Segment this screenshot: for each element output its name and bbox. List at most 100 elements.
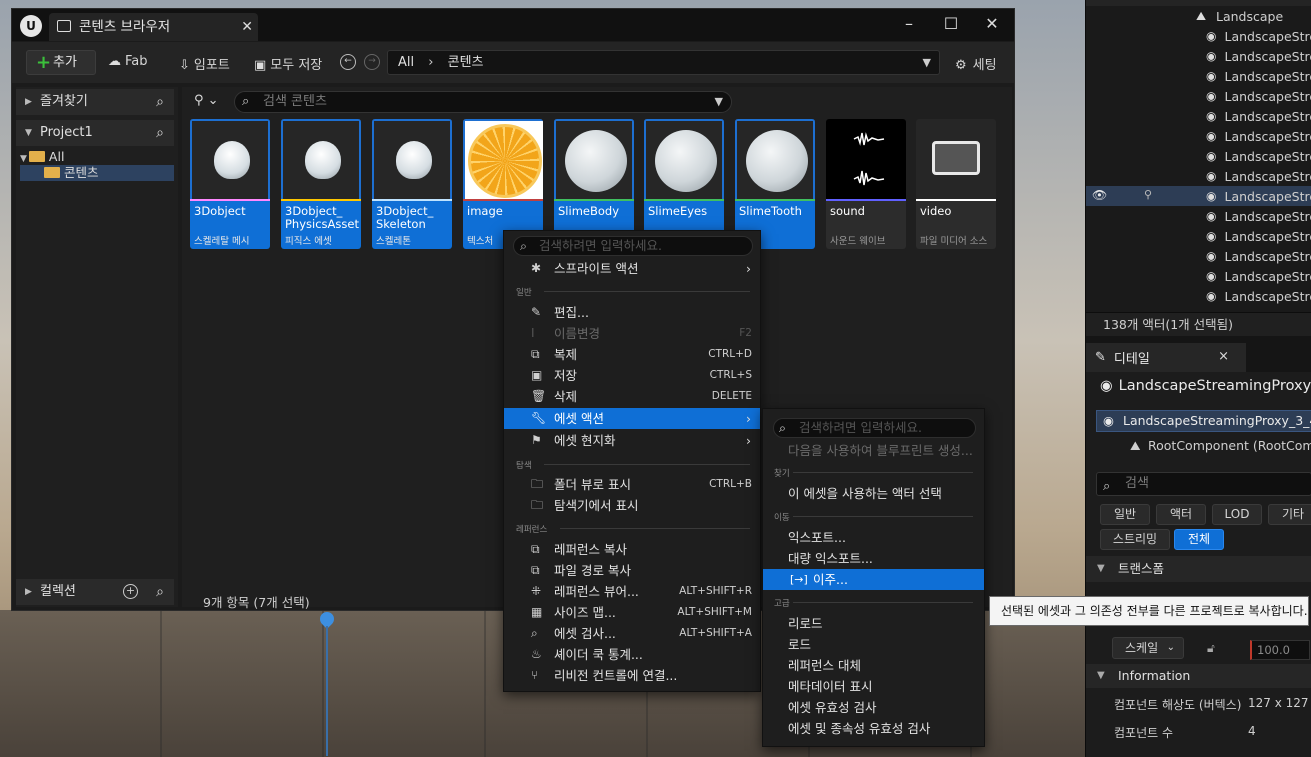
menu-item-asset-localization[interactable]: ⚑ 에셋 현지화 › xyxy=(504,430,760,451)
add-button[interactable]: + 추가 xyxy=(26,50,96,75)
submenu-item-bulk-export[interactable]: 대량 익스포트... xyxy=(763,548,984,569)
root-component[interactable]: ⛰ RootComponent (RootCompo xyxy=(1130,438,1311,453)
back-icon[interactable]: ← xyxy=(340,54,356,70)
close-icon[interactable]: × xyxy=(1218,349,1229,364)
menu-item-asset-actions[interactable]: 🔧︎ 에셋 액션 › xyxy=(504,408,760,429)
search-icon[interactable]: ⌕ xyxy=(156,89,164,115)
asset-search-input[interactable]: ⌕ 검색 콘텐츠 ▼ xyxy=(234,91,732,113)
outliner-row-proxy[interactable]: ◉ LandscapeStre xyxy=(1086,46,1311,66)
asset-tile[interactable]: sound 사운드 웨이브 xyxy=(826,119,906,249)
maximize-icon[interactable]: ☐ xyxy=(939,13,963,35)
menu-item-connect-source-control[interactable]: ⑂ 리비전 컨트롤에 연결... xyxy=(504,665,760,686)
menu-item-sprite-actions[interactable]: ✱ 스프라이트 액션 › xyxy=(504,258,760,279)
menu-item-show-in-explorer[interactable]: 🗀︎ 탐색기에서 표시 xyxy=(504,495,760,516)
menu-search-input[interactable]: ⌕ 검색하려면 입력하세요. xyxy=(513,236,753,256)
submenu-item-load[interactable]: 로드 xyxy=(763,634,984,655)
asset-tile[interactable]: 3Dobject_ Skeleton 스켈레톤 xyxy=(372,119,452,249)
pin-icon[interactable]: ⚲ xyxy=(1144,188,1152,201)
filter-streaming[interactable]: 스트리밍 xyxy=(1100,529,1170,550)
section-information[interactable]: ▼ Information xyxy=(1086,664,1311,688)
submenu-search-input[interactable]: ⌕ 검색하려면 입력하세요. xyxy=(773,418,976,438)
filter-lod[interactable]: LOD xyxy=(1212,504,1262,525)
menu-item-save[interactable]: ▣ 저장 CTRL+S xyxy=(504,365,760,386)
outliner-row-landscape[interactable]: ⛰ Landscape xyxy=(1086,6,1311,26)
filter-icon[interactable]: ⚲ ⌄ xyxy=(194,93,219,108)
visibility-eye-icon[interactable]: 👁︎ xyxy=(1092,188,1107,202)
search-icon[interactable]: ⌕ xyxy=(156,579,164,605)
menu-item-copy-reference[interactable]: ⧉ 레퍼런스 복사 xyxy=(504,539,760,560)
breadcrumb-all[interactable]: All xyxy=(398,55,414,70)
breadcrumb-content[interactable]: 콘텐츠 xyxy=(448,55,484,70)
section-transform[interactable]: ▼ 트랜스폼 xyxy=(1086,556,1311,582)
menu-item-delete[interactable]: 🗑︎ 삭제 DELETE xyxy=(504,386,760,407)
waveform-icon xyxy=(826,119,906,199)
menu-item-shader-cook-stats[interactable]: ♨ 셰이더 쿡 통계... xyxy=(504,644,760,665)
favorites-header[interactable]: ▶ 즐겨찾기 ⌕ xyxy=(16,89,174,115)
settings-button[interactable]: ⚙ 세팅 xyxy=(955,54,997,73)
menu-item-size-map[interactable]: ▦ 사이즈 맵... ALT+SHIFT+M xyxy=(504,602,760,623)
outliner-row-proxy[interactable]: 👁︎ ⚲ ◉ LandscapeStre xyxy=(1086,186,1311,206)
submenu-item-validate-dependencies[interactable]: 에셋 및 종속성 유효성 검사 xyxy=(763,718,984,739)
outliner-row-proxy[interactable]: ◉ LandscapeStre xyxy=(1086,86,1311,106)
path-breadcrumb[interactable]: All › 콘텐츠 ▼ xyxy=(387,50,940,75)
menu-item-edit[interactable]: ✎ 편집... xyxy=(504,302,760,323)
add-collection-icon[interactable]: + xyxy=(123,584,138,599)
menu-item-duplicate[interactable]: ⧉ 복제 CTRL+D xyxy=(504,344,760,365)
lock-icon[interactable]: 🔓︎ xyxy=(1207,641,1215,656)
fab-button[interactable]: ☁ Fab xyxy=(108,54,148,69)
menu-item-reference-viewer[interactable]: ⁜ 레퍼런스 뷰어... ALT+SHIFT+R xyxy=(504,581,760,602)
submenu-item-validate-assets[interactable]: 에셋 유효성 검사 xyxy=(763,697,984,718)
filter-all[interactable]: 전체 xyxy=(1174,529,1224,550)
minimize-icon[interactable]: – xyxy=(897,13,921,35)
collections-header[interactable]: ▶ 컬렉션 + ⌕ xyxy=(16,579,174,605)
content-browser-icon xyxy=(57,20,71,32)
tab-details[interactable]: ✎ 디테일 × xyxy=(1086,343,1246,372)
size-map-icon: ▦ xyxy=(531,605,543,619)
asset-tile[interactable]: 3Dobject 스켈레탈 메시 xyxy=(190,119,270,249)
outliner-row-proxy[interactable]: ◉ LandscapeStre xyxy=(1086,126,1311,146)
submenu-item-show-metadata[interactable]: 메타데이터 표시 xyxy=(763,676,984,697)
submenu-item-create-blueprint[interactable]: 다음을 사용하여 블루프린트 생성... xyxy=(763,440,984,461)
outliner-row-proxy[interactable]: ◉ LandscapeStre xyxy=(1086,206,1311,226)
world-outliner: ⛰ Landscape ◉ LandscapeStre ◉ LandscapeStre… xyxy=(1086,0,1311,312)
submenu-item-reload[interactable]: 리로드 xyxy=(763,613,984,634)
submenu-item-select-actors[interactable]: 이 에셋을 사용하는 액터 선택 xyxy=(763,483,984,504)
import-button[interactable]: ⇩ 임포트 xyxy=(179,54,230,73)
close-window-icon[interactable]: ✕ xyxy=(980,13,1004,35)
submenu-item-replace-references[interactable]: 레퍼런스 대체 xyxy=(763,655,984,676)
outliner-row-proxy[interactable]: ◉ LandscapeStre xyxy=(1086,226,1311,246)
menu-item-show-in-folder-view[interactable]: 🗀︎ 폴더 뷰로 표시 CTRL+B xyxy=(504,474,760,495)
details-search-input[interactable]: ⌕ 검색 xyxy=(1096,472,1311,496)
outliner-row-proxy[interactable]: ◉ LandscapeStre xyxy=(1086,246,1311,266)
filter-misc[interactable]: 기타 xyxy=(1268,504,1311,525)
outliner-row-proxy[interactable]: ◉ LandscapeStre xyxy=(1086,166,1311,186)
submenu-item-export[interactable]: 익스포트... xyxy=(763,527,984,548)
outliner-row-proxy[interactable]: ◉ LandscapeStre xyxy=(1086,26,1311,46)
filter-general[interactable]: 일반 xyxy=(1100,504,1150,525)
tree-item-content[interactable]: 콘텐츠 xyxy=(20,165,174,181)
outliner-row-proxy[interactable]: ◉ LandscapeStre xyxy=(1086,66,1311,86)
submenu-item-migrate[interactable]: [→] 이주... xyxy=(763,569,984,590)
menu-item-audit-assets[interactable]: ⌕ 에셋 검사... ALT+SHIFT+A xyxy=(504,623,760,644)
scale-dropdown[interactable]: 스케일 ⌄ xyxy=(1112,637,1184,659)
scale-x-input[interactable]: 100.0 xyxy=(1250,640,1310,660)
asset-tile[interactable]: 3Dobject_ PhysicsAsset 피직스 에셋 xyxy=(281,119,361,249)
outliner-row-proxy[interactable]: ◉ LandscapeStre xyxy=(1086,106,1311,126)
project-header[interactable]: ▼ Project1 ⌕ xyxy=(16,120,174,146)
close-icon[interactable]: ✕ xyxy=(241,13,253,41)
component-selected[interactable]: ◉ LandscapeStreamingProxy_3_4_ xyxy=(1096,410,1311,432)
chevron-down-icon[interactable]: ▼ xyxy=(923,51,931,74)
search-icon[interactable]: ⌕ xyxy=(156,120,164,146)
actor-name[interactable]: ◉ LandscapeStreamingProxy_ xyxy=(1100,378,1311,394)
menu-item-copy-file-path[interactable]: ⧉ 파일 경로 복사 xyxy=(504,560,760,581)
outliner-row-proxy[interactable]: ◉ LandscapeStre xyxy=(1086,266,1311,286)
forward-icon[interactable]: → xyxy=(364,54,380,70)
asset-tile[interactable]: video 파일 미디어 소스 xyxy=(916,119,996,249)
menu-item-rename[interactable]: Ⅰ 이름변경 F2 xyxy=(504,323,760,344)
outliner-row-proxy[interactable]: ◉ LandscapeStre xyxy=(1086,286,1311,306)
outliner-row-proxy[interactable]: ◉ LandscapeStre xyxy=(1086,146,1311,166)
save-all-button[interactable]: ▣ 모두 저장 xyxy=(254,54,322,73)
tab-content-browser[interactable]: 콘텐츠 브라우저 ✕ xyxy=(49,13,258,41)
tree-item-all[interactable]: ▼ All xyxy=(20,149,174,165)
filter-actor[interactable]: 액터 xyxy=(1156,504,1206,525)
